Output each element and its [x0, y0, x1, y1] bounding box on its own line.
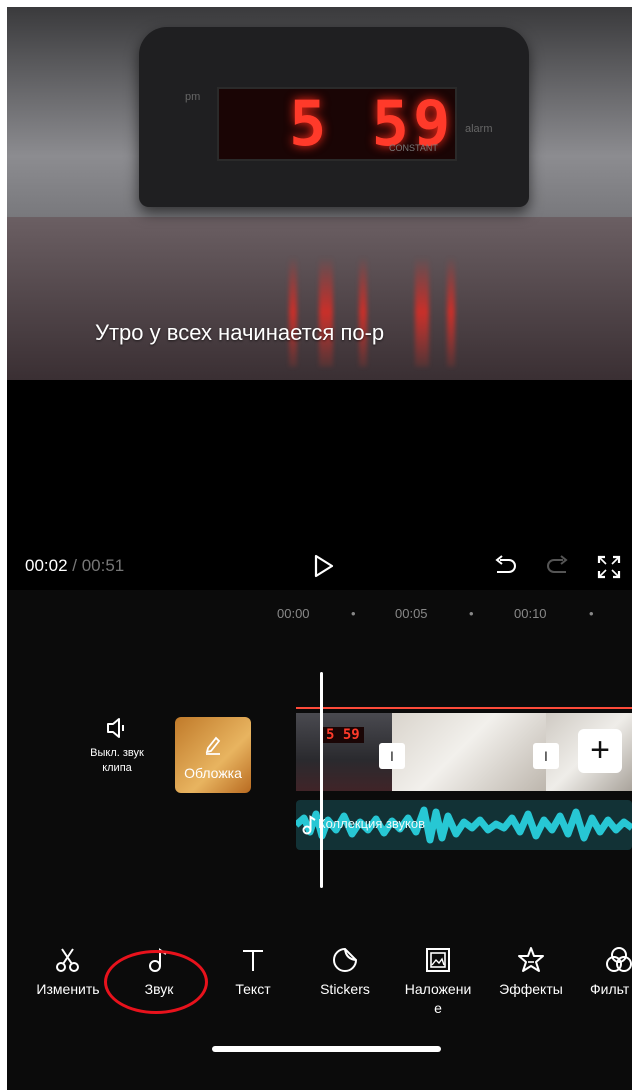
- ruler-dot: •: [589, 606, 594, 621]
- highlight-circle: [104, 950, 208, 1014]
- redo-icon[interactable]: [544, 554, 572, 580]
- clip-thumbnail[interactable]: [392, 713, 546, 791]
- current-time: 00:02: [25, 556, 68, 575]
- mute-label-line2: клипа: [102, 762, 132, 774]
- audio-track-label: Коллекция звуков: [318, 816, 426, 831]
- ruler-dot: •: [351, 606, 356, 621]
- bottom-toolbar: Изменить Звук Текст Stickers Наложени е …: [0, 940, 632, 1030]
- reflection: [447, 257, 455, 367]
- cover-button[interactable]: Обложка: [175, 717, 251, 793]
- video-preview[interactable]: pm alarm 5 59 CONSTANT Утро у всех начин…: [7, 7, 632, 380]
- sticker-icon: [333, 947, 358, 972]
- add-clip-button[interactable]: +: [578, 729, 622, 773]
- ruler-tick: 00:00: [277, 606, 310, 621]
- tool-label: Текст: [235, 981, 271, 997]
- tool-text[interactable]: Текст: [209, 940, 297, 999]
- reflection: [289, 257, 297, 367]
- playhead[interactable]: [320, 672, 323, 888]
- alarm-clock-image: pm alarm 5 59 CONSTANT: [139, 27, 529, 207]
- video-subtitle: Утро у всех начинается по-р: [95, 320, 385, 345]
- tool-stickers[interactable]: Stickers: [301, 940, 389, 999]
- audio-track[interactable]: Коллекция звуков: [296, 800, 632, 850]
- clock-display: 5 59 CONSTANT: [217, 87, 457, 161]
- time-separator: /: [67, 556, 82, 575]
- home-indicator[interactable]: [212, 1046, 441, 1052]
- tool-overlay[interactable]: Наложени е: [394, 940, 482, 1018]
- tool-label: Фильт: [590, 981, 630, 997]
- undo-icon[interactable]: [491, 554, 519, 580]
- clip-thumb-digits: 5 59: [322, 727, 364, 743]
- ruler-tick: 00:05: [395, 606, 428, 621]
- play-icon[interactable]: [309, 552, 337, 580]
- speaker-icon: [107, 718, 124, 738]
- app-screen: pm alarm 5 59 CONSTANT Утро у всех начин…: [7, 7, 632, 1090]
- tool-filters[interactable]: Фильт: [578, 940, 632, 999]
- ruler-dot: •: [469, 606, 474, 621]
- transition-button[interactable]: I: [379, 743, 405, 769]
- tool-label: Эффекты: [499, 981, 563, 997]
- tool-label: Изменить: [36, 981, 100, 997]
- clock-pm-label: pm: [185, 91, 201, 103]
- time-display: 00:02 / 00:51: [25, 556, 124, 576]
- mute-label-line1: Выкл. звук: [90, 747, 144, 759]
- fullscreen-icon[interactable]: [596, 554, 622, 580]
- clock-brand: CONSTANT: [389, 143, 438, 153]
- reflection: [319, 257, 333, 367]
- tool-effects[interactable]: Эффекты: [487, 940, 575, 999]
- tool-edit[interactable]: Изменить: [24, 940, 112, 999]
- reflection: [415, 257, 429, 367]
- tool-label: Наложени е: [404, 981, 472, 1016]
- total-duration: 00:51: [81, 556, 125, 575]
- edit-pencil-icon: [205, 736, 221, 755]
- transition-button[interactable]: I: [533, 743, 559, 769]
- clip-thumbnail[interactable]: 5 59: [296, 713, 392, 791]
- overlay-icon: [426, 948, 450, 972]
- clock-alarm-label: alarm: [465, 123, 493, 135]
- tool-label: Stickers: [320, 981, 370, 997]
- mute-clip-button[interactable]: Выкл. звук клипа: [77, 715, 157, 776]
- music-note-icon: [302, 815, 316, 835]
- cover-label: Обложка: [184, 765, 242, 781]
- text-icon: [243, 950, 263, 971]
- ruler-tick: 00:10: [514, 606, 547, 621]
- effects-star-icon: [518, 947, 544, 972]
- reflection: [359, 257, 367, 367]
- playback-controls: 00:02 / 00:51: [7, 546, 632, 586]
- scissors-icon: [56, 948, 79, 972]
- filter-icon: [606, 947, 632, 972]
